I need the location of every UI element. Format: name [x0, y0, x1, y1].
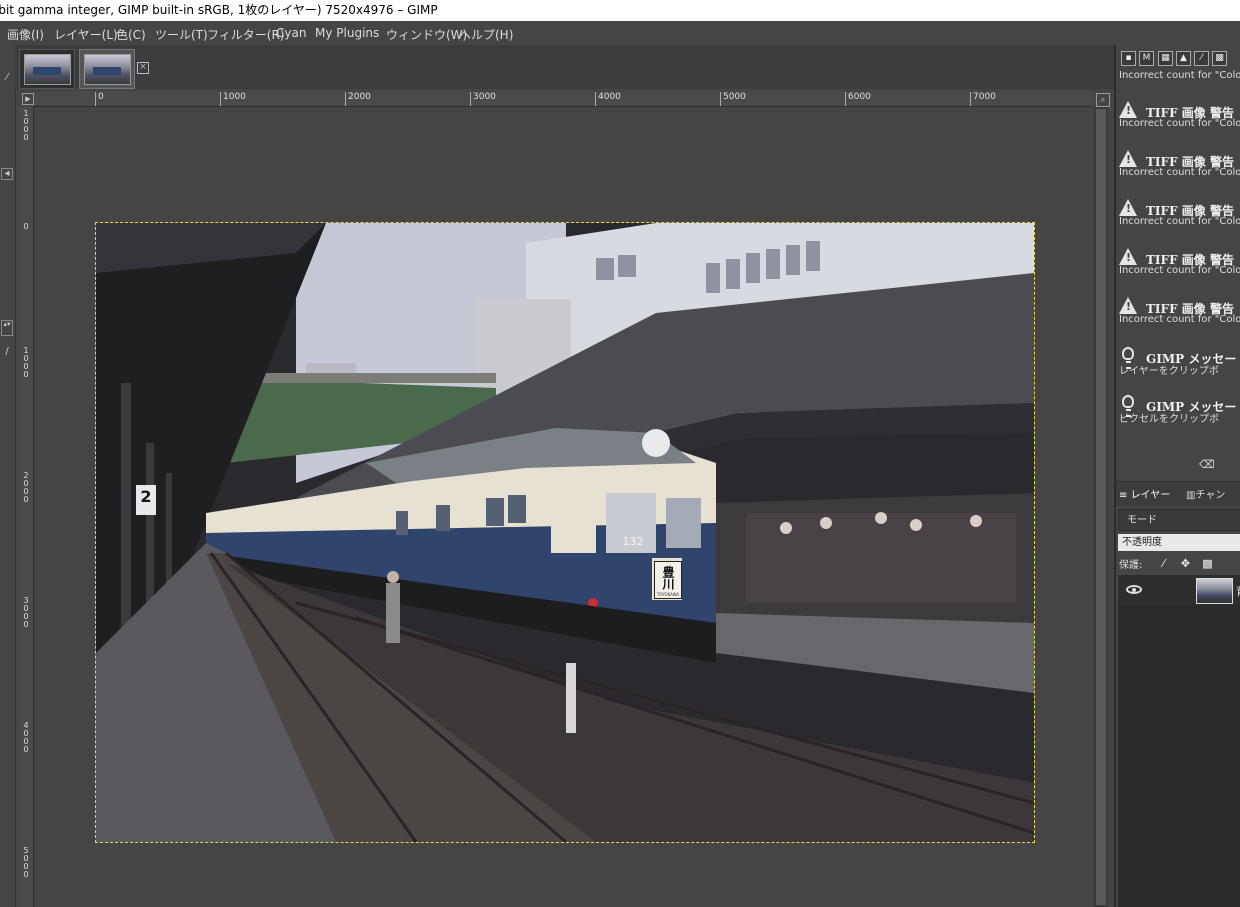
ruler-v-label: 3000 [23, 596, 29, 629]
clear-errors-icon[interactable]: ⌫ [1199, 459, 1215, 470]
ruler-tick: 1000 [220, 92, 246, 106]
spin-arrows-icon[interactable]: ▴▾ [1, 320, 13, 336]
lightbulb-icon [1122, 395, 1134, 417]
menu-image[interactable]: 画像(I) [7, 26, 44, 43]
dock-tabs: ▪ M ▦ ▲ ⁄ ▩ [1119, 49, 1240, 67]
visibility-eye-icon[interactable] [1126, 585, 1142, 594]
menu-tools[interactable]: ツール(T) [155, 26, 208, 43]
opacity-slider[interactable]: 不透明度 [1118, 534, 1240, 551]
ruler-v-label: 1000 [23, 109, 29, 142]
image-tabs-bar [15, 45, 1115, 89]
mode-label: モード [1127, 515, 1157, 526]
undo-history-icon[interactable]: ▦ [1158, 51, 1173, 66]
menu-my-plugins[interactable]: My Plugins [315, 26, 379, 40]
warning-icon [1119, 101, 1137, 118]
layer-mode-select[interactable]: モード [1118, 509, 1240, 531]
layers-dock-tabs: ≡ レイヤー ▥チャン [1116, 481, 1240, 506]
layer-row[interactable]: 背 [1118, 575, 1240, 605]
error-message-body: Incorrect count for "Color [1119, 216, 1240, 227]
tab-layers[interactable]: ≡ レイヤー [1119, 486, 1170, 501]
title-bar: -bit gamma integer, GIMP built-in sRGB, … [0, 0, 1240, 21]
error-message-body: Incorrect count for "Color [1119, 167, 1240, 178]
layer-thumbnail [1196, 578, 1233, 604]
error-message-body: レイヤーをクリップボ [1119, 366, 1219, 377]
ruler-tick: 6000 [845, 92, 871, 106]
device-status-icon[interactable]: M [1139, 51, 1154, 66]
menu-bar: 画像(I) レイヤー(L) 色(C) ツール(T) フィルター(R) Cyan … [0, 21, 1240, 45]
image-thumbnail-icon [84, 54, 131, 85]
ruler-v-label: 1000 [23, 346, 29, 379]
image-tab-1[interactable] [19, 49, 75, 89]
lock-row: 保護: ⁄ ✥ ▩ [1119, 556, 1213, 571]
error-message-body: Incorrect count for "Color [1119, 118, 1240, 129]
patterns-icon[interactable]: ▩ [1212, 51, 1227, 66]
lock-position-icon[interactable]: ✥ [1179, 557, 1192, 570]
ruler-v-label: 5000 [23, 846, 29, 879]
menu-windows[interactable]: ウィンドウ(W) [386, 26, 467, 43]
ruler-tick: 5000 [720, 92, 746, 106]
car-number: 132 [622, 535, 644, 548]
menu-help[interactable]: ヘルプ(H) [459, 26, 513, 43]
quick-mask-corner-icon[interactable]: ▶ [22, 93, 34, 105]
ruler-tick: 7000 [970, 92, 996, 106]
ruler-v-label: 2000 [23, 471, 29, 504]
warning-icon [1119, 248, 1137, 265]
ruler-tick: 4000 [595, 92, 621, 106]
close-tab-icon[interactable]: × [137, 62, 149, 74]
opacity-label: 不透明度 [1122, 537, 1162, 548]
lock-pixels-icon[interactable]: ⁄ [1157, 557, 1170, 570]
warning-icon [1119, 297, 1137, 314]
image-canvas-photo[interactable]: 2 132 豊川 TOYOKAWA [95, 222, 1035, 843]
scrollbar-thumb[interactable] [1096, 109, 1106, 905]
warning-icon [1119, 150, 1137, 167]
tool-options-icon[interactable]: ▪ [1121, 51, 1136, 66]
error-message-body: Incorrect count for "Color [1119, 70, 1240, 81]
error-message-body: ピクセルをクリップボ [1119, 414, 1219, 425]
ruler-v-label: 0 [23, 222, 29, 231]
vertical-scrollbar[interactable] [1094, 107, 1108, 907]
horizontal-ruler: 0 1000 2000 3000 4000 5000 6000 7000 [34, 92, 1093, 107]
paintbrush-tool-icon[interactable]: ⁄ [0, 71, 14, 85]
right-dock: ▪ M ▦ ▲ ⁄ ▩ Incorrect count for "Color T… [1114, 45, 1240, 907]
tab-layers-label: レイヤー [1130, 490, 1171, 501]
menu-layer[interactable]: レイヤー(L) [54, 26, 118, 43]
image-tab-2[interactable] [79, 49, 135, 89]
tab-channels[interactable]: ▥チャン [1186, 486, 1225, 501]
protect-label: 保護: [1119, 560, 1143, 571]
error-console-list[interactable]: Incorrect count for "Color TIFF 画像 警告 In… [1116, 67, 1240, 477]
menu-colors[interactable]: 色(C) [116, 26, 146, 43]
vertical-ruler: 1000 0 1000 2000 3000 4000 5000 [19, 107, 34, 907]
ruler-tick: 2000 [345, 92, 371, 106]
warning-icon [1119, 199, 1137, 216]
tab-channels-label: チャン [1195, 490, 1226, 501]
ruler-tick: 0 [95, 92, 104, 106]
lock-alpha-icon[interactable]: ▩ [1201, 557, 1214, 570]
ruler-v-label: 4000 [23, 721, 29, 754]
error-message-body: Incorrect count for "Color [1119, 265, 1240, 276]
collapse-left-icon[interactable]: ◂ [1, 168, 13, 180]
brushes-icon[interactable]: ⁄ [1194, 51, 1209, 66]
layers-list-empty-area[interactable] [1118, 605, 1240, 907]
destination-sign: 豊川 TOYOKAWA [654, 561, 682, 599]
menu-filters[interactable]: フィルター(R) [207, 26, 284, 43]
ruler-tick: 3000 [470, 92, 496, 106]
image-thumbnail-icon [24, 54, 71, 85]
destination-sign-text: 豊川 [661, 566, 675, 590]
lightbulb-icon [1122, 347, 1134, 369]
pencil-tool-icon[interactable]: / [0, 345, 14, 359]
platform-number-sign: 2 [136, 485, 156, 515]
destination-romaji: TOYOKAWA [656, 592, 680, 597]
zoom-fit-icon[interactable]: ⌕ [1096, 93, 1110, 107]
menu-cyan[interactable]: Cyan [276, 26, 306, 40]
window-title: -bit gamma integer, GIMP built-in sRGB, … [0, 3, 438, 17]
train-station-photo [96, 223, 1034, 842]
error-message-body: Incorrect count for "Color [1119, 314, 1240, 325]
layer-name[interactable]: 背 [1236, 583, 1240, 599]
histogram-icon[interactable]: ▲ [1176, 51, 1191, 66]
toolbox-strip: ⁄ ◂ ▴▾ / [0, 45, 16, 907]
